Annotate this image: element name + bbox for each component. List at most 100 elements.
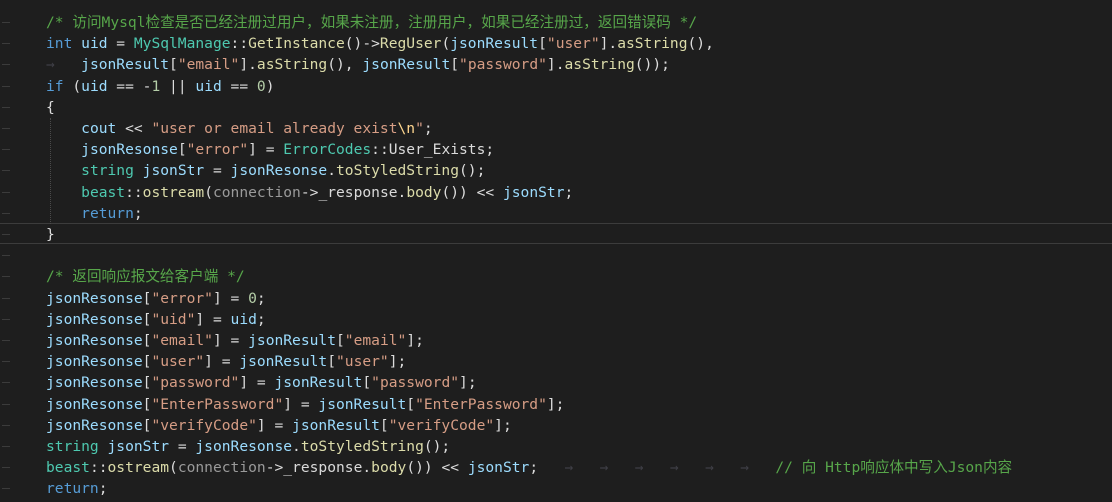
token-punct: ]. — [546, 56, 565, 74]
token-string: "error" — [151, 289, 213, 307]
code-line[interactable]: string jsonStr = jsonResonse.toStyledStr… — [46, 436, 450, 457]
token-var: jsonResonse — [230, 162, 328, 180]
token-var: cout — [81, 120, 117, 137]
editor-gutter — [0, 0, 14, 502]
token-func: GetInstance — [248, 35, 345, 53]
token-punct: (); — [423, 438, 451, 455]
code-line[interactable]: /* 访问Mysql检查是否已经注册过用户，如果未注册，注册用户，如果已经注册过… — [46, 12, 697, 33]
code-line[interactable]: → jsonResult["email"].asString(), jsonRe… — [46, 54, 670, 75]
token-punct: :: — [230, 35, 249, 53]
token-var: jsonStr — [502, 183, 565, 201]
token-var: uid — [230, 310, 257, 328]
token-punct: ]; — [546, 395, 565, 413]
code-line[interactable]: if (uid == -1 || uid == 0) — [46, 76, 275, 97]
code-line[interactable]: beast::ostream(connection->_response.bod… — [46, 457, 1012, 478]
token-punct: :: — [125, 183, 143, 201]
gutter-tab-mark — [2, 22, 10, 23]
code-line[interactable]: return; — [46, 478, 108, 499]
code-line[interactable]: cout << "user or email already exist\n"; — [46, 118, 433, 139]
code-line[interactable]: jsonResonse["user"] = jsonResult["user"]… — [46, 351, 406, 372]
code-line[interactable]: int uid = MySqlManage::GetInstance()->Re… — [46, 33, 714, 54]
code-line[interactable]: { — [46, 97, 55, 118]
token-var: jsonResonse — [46, 310, 143, 328]
token-number: 0 — [256, 77, 266, 95]
token-string: "user or email already exist — [151, 120, 398, 137]
token-var: jsonResult — [362, 56, 451, 74]
token-punct: ] = — [283, 395, 319, 413]
token-var: jsonResult — [274, 374, 363, 392]
token-punct: ; — [485, 141, 495, 159]
code-line[interactable]: return; — [46, 203, 143, 224]
token-func: asString — [256, 56, 328, 74]
token-type: string — [46, 438, 99, 455]
token-func: asString — [564, 56, 635, 74]
token-member: User_Exists — [388, 141, 486, 159]
token-member: _response — [283, 459, 363, 477]
gutter-tab-mark — [2, 64, 10, 66]
token-punct: (), — [327, 56, 363, 74]
code-line[interactable]: jsonResonse["email"] = jsonResult["email… — [46, 330, 424, 351]
token-type: beast — [46, 459, 90, 477]
code-line[interactable]: /* 返回响应报文给客户端 */ — [46, 266, 245, 287]
token-punct: || — [160, 77, 196, 95]
token-string: "email" — [151, 332, 213, 349]
code-line[interactable]: jsonResonse["error"] = ErrorCodes::User_… — [46, 139, 494, 160]
token-punct — [72, 35, 81, 52]
gutter-tab-mark — [2, 382, 10, 384]
code-line[interactable]: beast::ostream(connection->_response.bod… — [46, 182, 573, 203]
token-punct: ]; — [406, 332, 424, 349]
token-punct: [ — [177, 141, 187, 159]
token-comment: // 向 Http响应体中写入Json内容 — [775, 459, 1013, 477]
code-line[interactable]: jsonResonse["password"] = jsonResult["pa… — [46, 372, 477, 393]
token-comment: /* 返回响应报文给客户端 */ — [46, 268, 245, 286]
token-punct: [ — [379, 416, 389, 434]
token-punct: ()); — [634, 56, 670, 74]
code-line[interactable]: jsonResonse["verifyCode"] = jsonResult["… — [46, 415, 512, 436]
token-punct: . — [397, 183, 407, 201]
token-punct: ()) << — [406, 459, 468, 477]
token-string: "error" — [186, 141, 249, 159]
token-punct: = — [204, 162, 231, 180]
token-func: body — [406, 183, 442, 201]
token-string: "verifyCode" — [388, 416, 495, 434]
token-punct: << — [116, 120, 152, 137]
token-punct: (); — [459, 162, 486, 180]
token-punct: ]. — [599, 35, 618, 53]
token-punct: [ — [406, 395, 416, 413]
gutter-tab-mark — [2, 361, 10, 363]
gutter-tab-mark — [2, 403, 10, 405]
token-var: jsonResonse — [195, 438, 293, 455]
token-punct: ; — [256, 310, 266, 328]
gutter-tab-mark — [2, 488, 10, 490]
token-punct: ; — [256, 289, 266, 307]
token-keyword: return — [46, 480, 99, 498]
token-punct: ) — [265, 77, 275, 95]
token-param: connection — [177, 459, 266, 477]
token-punct: ; — [529, 459, 539, 477]
token-number: 1 — [151, 77, 161, 95]
token-var: jsonResonse — [46, 374, 143, 392]
gutter-tab-mark — [2, 467, 10, 469]
gutter-tab-mark — [2, 255, 10, 257]
token-tab — [46, 205, 81, 222]
token-tab — [46, 184, 81, 201]
token-var: jsonResult — [318, 395, 407, 413]
code-line[interactable]: jsonResonse["EnterPassword"] = jsonResul… — [46, 394, 564, 415]
token-param: connection — [212, 183, 301, 201]
token-string: "user" — [546, 35, 600, 53]
token-string: "user" — [336, 353, 389, 371]
code-line[interactable]: string jsonStr = jsonResonse.toStyledStr… — [46, 160, 485, 181]
token-punct: ] = — [212, 289, 249, 307]
token-var: jsonResonse — [46, 416, 143, 434]
token-func: ostream — [107, 459, 170, 477]
code-line[interactable]: jsonResonse["error"] = 0; — [46, 288, 266, 309]
code-line[interactable]: } — [46, 224, 55, 245]
code-editor[interactable]: /* 访问Mysql检查是否已经注册过用户，如果未注册，注册用户，如果已经注册过… — [0, 0, 1112, 502]
token-string: "password" — [371, 374, 460, 392]
token-string: "EnterPassword" — [415, 395, 547, 413]
token-string: " — [415, 120, 424, 137]
token-punct: ]; — [388, 353, 407, 371]
token-punct: ; — [423, 120, 433, 137]
code-line[interactable]: jsonResonse["uid"] = uid; — [46, 309, 266, 330]
token-var: jsonResult — [292, 416, 380, 434]
